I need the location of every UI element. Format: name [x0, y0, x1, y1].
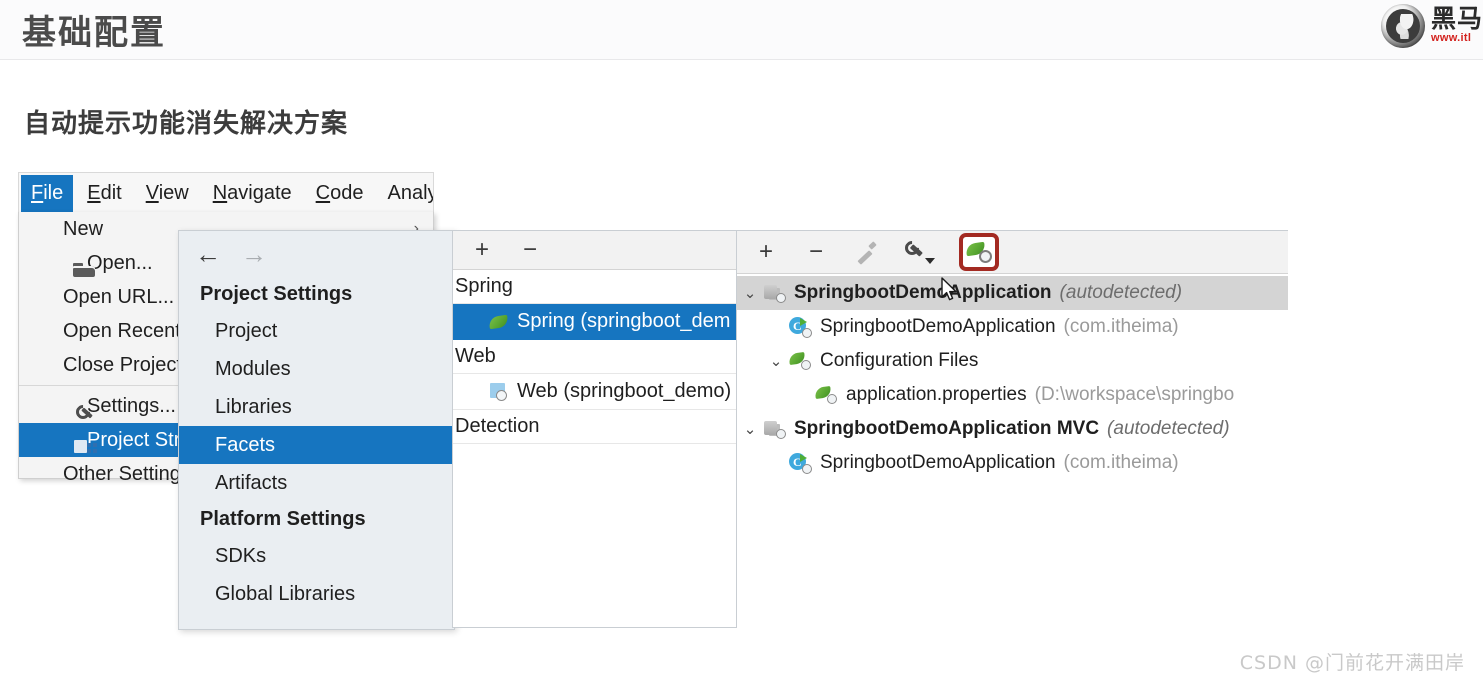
sidebar-item-artifacts[interactable]: Artifacts: [179, 464, 454, 502]
facet-item-spring[interactable]: Spring (springboot_dem: [453, 304, 737, 340]
tree-row[interactable]: ⌄ SpringbootDemoApplication (autodetecte…: [737, 276, 1288, 310]
leaf-gear-icon: [789, 352, 813, 370]
brand-logo: 黑马 www.itl: [1380, 2, 1483, 50]
ide-screenshot: File Edit View Navigate Code Analyze New…: [18, 172, 1293, 634]
menu-bar: File Edit View Navigate Code Analyze: [18, 172, 434, 213]
facet-group-web: Web: [453, 340, 737, 374]
menu-item-label: Close Project: [63, 353, 182, 376]
sidebar-item-project[interactable]: Project: [179, 312, 454, 350]
add-facet-button[interactable]: +: [469, 237, 495, 263]
tree-row[interactable]: ⌄ SpringbootDemoApplication MVC (autodet…: [737, 412, 1288, 446]
sidebar-item-modules[interactable]: Modules: [179, 350, 454, 388]
wrench-icon: [73, 403, 97, 423]
tree-row-label: SpringbootDemoApplication MVC: [794, 418, 1100, 439]
web-icon: [489, 382, 509, 401]
wrench-dropdown-icon[interactable]: [902, 238, 935, 265]
detail-toolbar: + −: [737, 231, 1288, 274]
tree-row-suffix: (D:\workspace\springbo: [1034, 384, 1235, 405]
brand-name: 黑马: [1430, 3, 1483, 33]
tree-row-label: SpringbootDemoApplication: [820, 452, 1056, 473]
slide-header: 基础配置 黑马 www.itl: [0, 0, 1483, 60]
tree-row[interactable]: C SpringbootDemoApplication (com.itheima…: [737, 310, 1288, 344]
sidebar-item-libraries[interactable]: Libraries: [179, 388, 454, 426]
chevron-down-icon[interactable]: ⌄: [737, 284, 763, 302]
horse-head-logo-icon: [1380, 4, 1425, 48]
menu-item-label: Settings...: [87, 394, 176, 417]
menu-navigate[interactable]: Navigate: [203, 177, 302, 210]
menu-file[interactable]: File: [21, 174, 74, 212]
brand-url: www.itl: [1430, 31, 1472, 44]
menu-item-label: Open Recent: [63, 319, 181, 342]
facets-list-column: + − Spring Spring (springboot_dem Web We…: [452, 230, 737, 628]
menu-item-label: New: [63, 217, 104, 240]
tree-row-suffix: (com.itheima): [1063, 452, 1179, 473]
remove-context-button[interactable]: −: [803, 239, 829, 265]
spring-config-button[interactable]: [959, 233, 999, 271]
watermark: CSDN @门前花开满田岸: [1239, 652, 1465, 674]
section-title-platform-settings: Platform Settings: [200, 508, 366, 530]
tree-row-label: Configuration Files: [820, 350, 979, 371]
project-structure-sidebar: ← → Project Settings Project Modules Lib…: [178, 230, 455, 630]
module-icon: [763, 419, 787, 439]
spring-context-tree: ⌄ SpringbootDemoApplication (autodetecte…: [737, 274, 1288, 480]
facet-group-spring: Spring: [453, 270, 737, 304]
facet-item-label: Web (springboot_demo): [517, 380, 732, 402]
facet-detail-panel: + − ⌄ SpringbootDemoApplication (autodet…: [736, 230, 1288, 628]
folder-icon: [73, 260, 97, 280]
project-structure-icon: [73, 437, 97, 457]
page-title: 基础配置: [22, 13, 166, 53]
slide-page: 基础配置 黑马 www.itl 自动提示功能消失解决方案 File Edit V…: [0, 0, 1483, 689]
facets-toolbar: + −: [453, 231, 737, 270]
tree-row-label: SpringbootDemoApplication: [820, 316, 1056, 337]
sidebar-item-sdks[interactable]: SDKs: [179, 537, 454, 575]
menu-item-label: Open URL...: [63, 285, 175, 308]
facet-group-detection: Detection: [453, 410, 737, 444]
facet-item-label: Spring (springboot_dem: [517, 310, 731, 332]
tree-row-suffix: (autodetected): [1059, 282, 1183, 303]
pencil-icon[interactable]: [853, 239, 879, 265]
slide-subtitle: 自动提示功能消失解决方案: [24, 109, 349, 139]
navigation-arrows: ← →: [179, 231, 454, 277]
leaf-gear-icon: [815, 386, 839, 404]
leaf-gear-icon: [966, 241, 992, 263]
tree-row[interactable]: C SpringbootDemoApplication (com.itheima…: [737, 446, 1288, 480]
chevron-down-icon[interactable]: ⌄: [737, 420, 763, 438]
spring-leaf-icon: [489, 315, 509, 329]
sidebar-item-global-libraries[interactable]: Global Libraries: [179, 575, 454, 613]
tree-row-suffix: (com.itheima): [1063, 316, 1179, 337]
add-context-button[interactable]: +: [753, 239, 779, 265]
remove-facet-button[interactable]: −: [517, 237, 543, 263]
menu-code[interactable]: Code: [306, 177, 374, 210]
sidebar-item-facets[interactable]: Facets: [179, 426, 454, 464]
menu-item-label: Other Setting: [63, 462, 181, 485]
menu-view[interactable]: View: [136, 177, 199, 210]
tree-row[interactable]: application.properties (D:\workspace\spr…: [737, 378, 1288, 412]
tree-row-label: SpringbootDemoApplication: [794, 282, 1052, 303]
chevron-down-icon[interactable]: ⌄: [763, 352, 789, 370]
tree-row[interactable]: ⌄ Configuration Files: [737, 344, 1288, 378]
module-icon: [763, 283, 787, 303]
section-title-project-settings: Project Settings: [200, 283, 353, 305]
forward-arrow-icon[interactable]: →: [241, 241, 267, 267]
tree-row-suffix: (autodetected): [1107, 418, 1230, 439]
back-arrow-icon[interactable]: ←: [195, 241, 221, 267]
class-run-icon: C: [789, 452, 813, 474]
menu-analyze[interactable]: Analyze: [377, 177, 433, 210]
class-run-icon: C: [789, 316, 813, 338]
menu-edit[interactable]: Edit: [77, 177, 131, 210]
facet-item-web[interactable]: Web (springboot_demo): [453, 374, 737, 410]
tree-row-label: application.properties: [846, 384, 1027, 405]
